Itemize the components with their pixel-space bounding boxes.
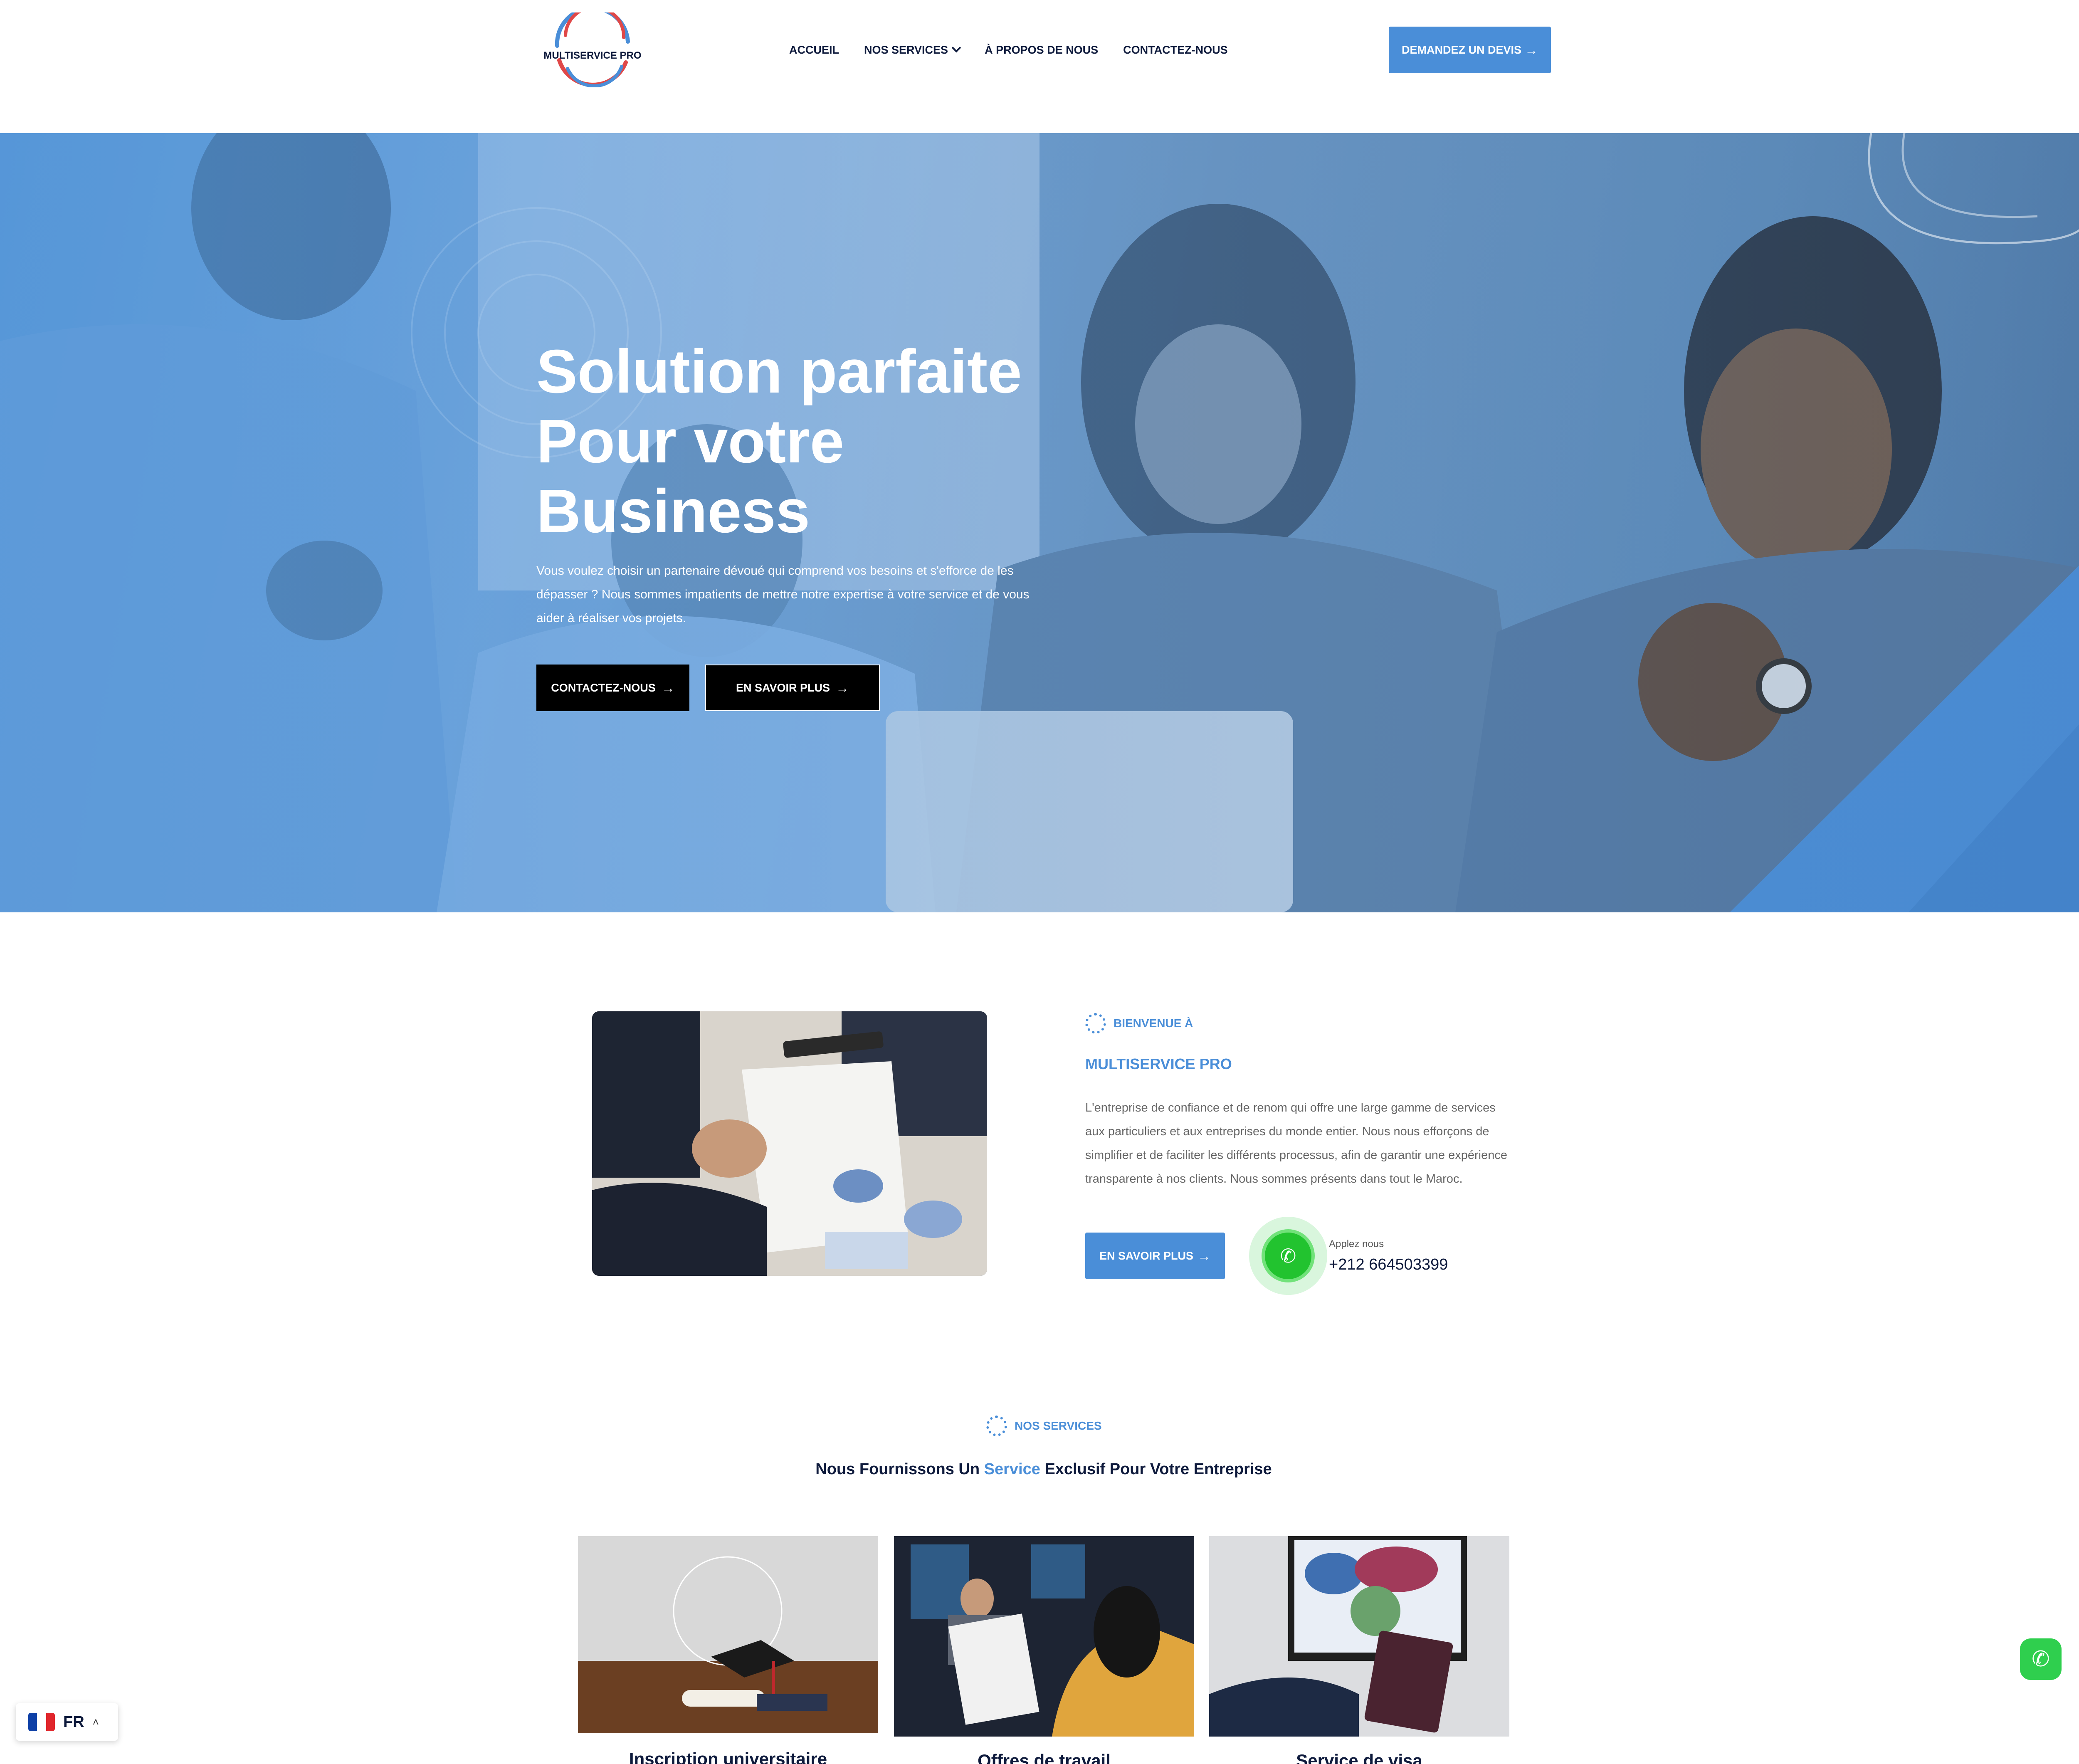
about-image — [592, 1011, 987, 1276]
service-card-image-university[interactable] — [578, 1536, 878, 1733]
service-card-title-visa[interactable]: Service de visa — [1209, 1751, 1509, 1764]
hero-learn-more-label: EN SAVOIR PLUS — [736, 681, 830, 694]
logo-text: MULTISERVICE PRO — [543, 50, 642, 61]
about-learn-more-button[interactable]: EN SAVOIR PLUS → — [1085, 1233, 1225, 1279]
welcome-tag-label: BIENVENUE À — [1114, 1017, 1193, 1030]
language-code: FR — [63, 1713, 84, 1731]
hero-section: Solution parfaite Pour votre Business Vo… — [0, 133, 2079, 912]
services-heading-highlight: Service — [984, 1460, 1040, 1478]
nav-contact[interactable]: CONTACTEZ-NOUS — [1123, 44, 1227, 57]
services-heading-post: Exclusif Pour Votre Entreprise — [1040, 1460, 1272, 1478]
chevron-down-icon — [951, 43, 961, 53]
about-description: L'entreprise de confiance et de renom qu… — [1085, 1101, 1507, 1186]
site-header: MULTISERVICE PRO ACCUEIL NOS SERVICES À … — [0, 0, 2079, 133]
nav-a-propos[interactable]: À PROPOS DE NOUS — [985, 44, 1098, 57]
service-card-image-jobs[interactable] — [894, 1536, 1194, 1737]
arrow-right-icon: → — [836, 680, 849, 695]
nav-nos-services-label: NOS SERVICES — [864, 43, 948, 56]
graduation-cap-illustration — [578, 1536, 878, 1733]
language-selector[interactable]: FR ˄ — [16, 1703, 118, 1741]
gear-icon — [1085, 1013, 1106, 1034]
hero-title: Solution parfaite Pour votre Business — [536, 337, 1077, 546]
nav-nos-services[interactable]: NOS SERVICES — [864, 43, 961, 57]
hero-learn-more-button[interactable]: EN SAVOIR PLUS → — [705, 665, 880, 711]
job-interview-illustration — [894, 1536, 1194, 1737]
whatsapp-icon[interactable]: ✆ — [2020, 1638, 2062, 1680]
phone-icon[interactable]: ✆ — [1262, 1229, 1315, 1282]
contract-signing-illustration — [592, 1011, 987, 1276]
welcome-tag: BIENVENUE À — [1085, 1013, 1193, 1034]
services-heading: Nous Fournissons Un Service Exclusif Pou… — [0, 1460, 2079, 1478]
hero-description: Vous voulez choisir un partenaire dévoué… — [536, 564, 1030, 625]
logo[interactable]: MULTISERVICE PRO — [541, 5, 644, 88]
services-heading-pre: Nous Fournissons Un — [815, 1460, 984, 1478]
service-card-title-university[interactable]: Inscription universitaire — [578, 1749, 878, 1764]
main-nav: ACCUEIL NOS SERVICES À PROPOS DE NOUS CO… — [789, 42, 1228, 58]
arrow-right-icon: → — [1198, 1248, 1211, 1263]
hero-contact-button[interactable]: CONTACTEZ-NOUS → — [536, 665, 689, 711]
about-title: MULTISERVICE PRO — [1085, 1055, 1232, 1072]
hero-title-line-1: Solution parfaite — [536, 337, 1022, 406]
arrow-right-icon: → — [1525, 42, 1538, 57]
hero-contact-label: CONTACTEZ-NOUS — [551, 681, 656, 694]
request-quote-button[interactable]: DEMANDEZ UN DEVIS → — [1389, 27, 1551, 73]
about-learn-more-label: EN SAVOIR PLUS — [1099, 1249, 1194, 1262]
chevron-up-icon: ˄ — [92, 1715, 99, 1728]
service-card-image-visa[interactable] — [1209, 1536, 1509, 1737]
services-tag-label: NOS SERVICES — [1015, 1419, 1102, 1432]
nav-accueil[interactable]: ACCUEIL — [789, 44, 839, 57]
services-tag: NOS SERVICES — [986, 1416, 1102, 1436]
request-quote-label: DEMANDEZ UN DEVIS — [1401, 43, 1522, 56]
hero-title-line-2: Pour votre — [536, 407, 844, 476]
visa-passport-illustration — [1209, 1536, 1509, 1737]
france-flag-icon — [28, 1713, 55, 1731]
call-number[interactable]: +212 664503399 — [1329, 1256, 1448, 1274]
arrow-right-icon: → — [661, 680, 675, 695]
hero-title-line-3: Business — [536, 477, 810, 546]
gear-icon — [986, 1416, 1007, 1436]
service-card-title-jobs[interactable]: Offres de travail — [894, 1751, 1194, 1764]
call-label: Applez nous — [1329, 1238, 1384, 1250]
